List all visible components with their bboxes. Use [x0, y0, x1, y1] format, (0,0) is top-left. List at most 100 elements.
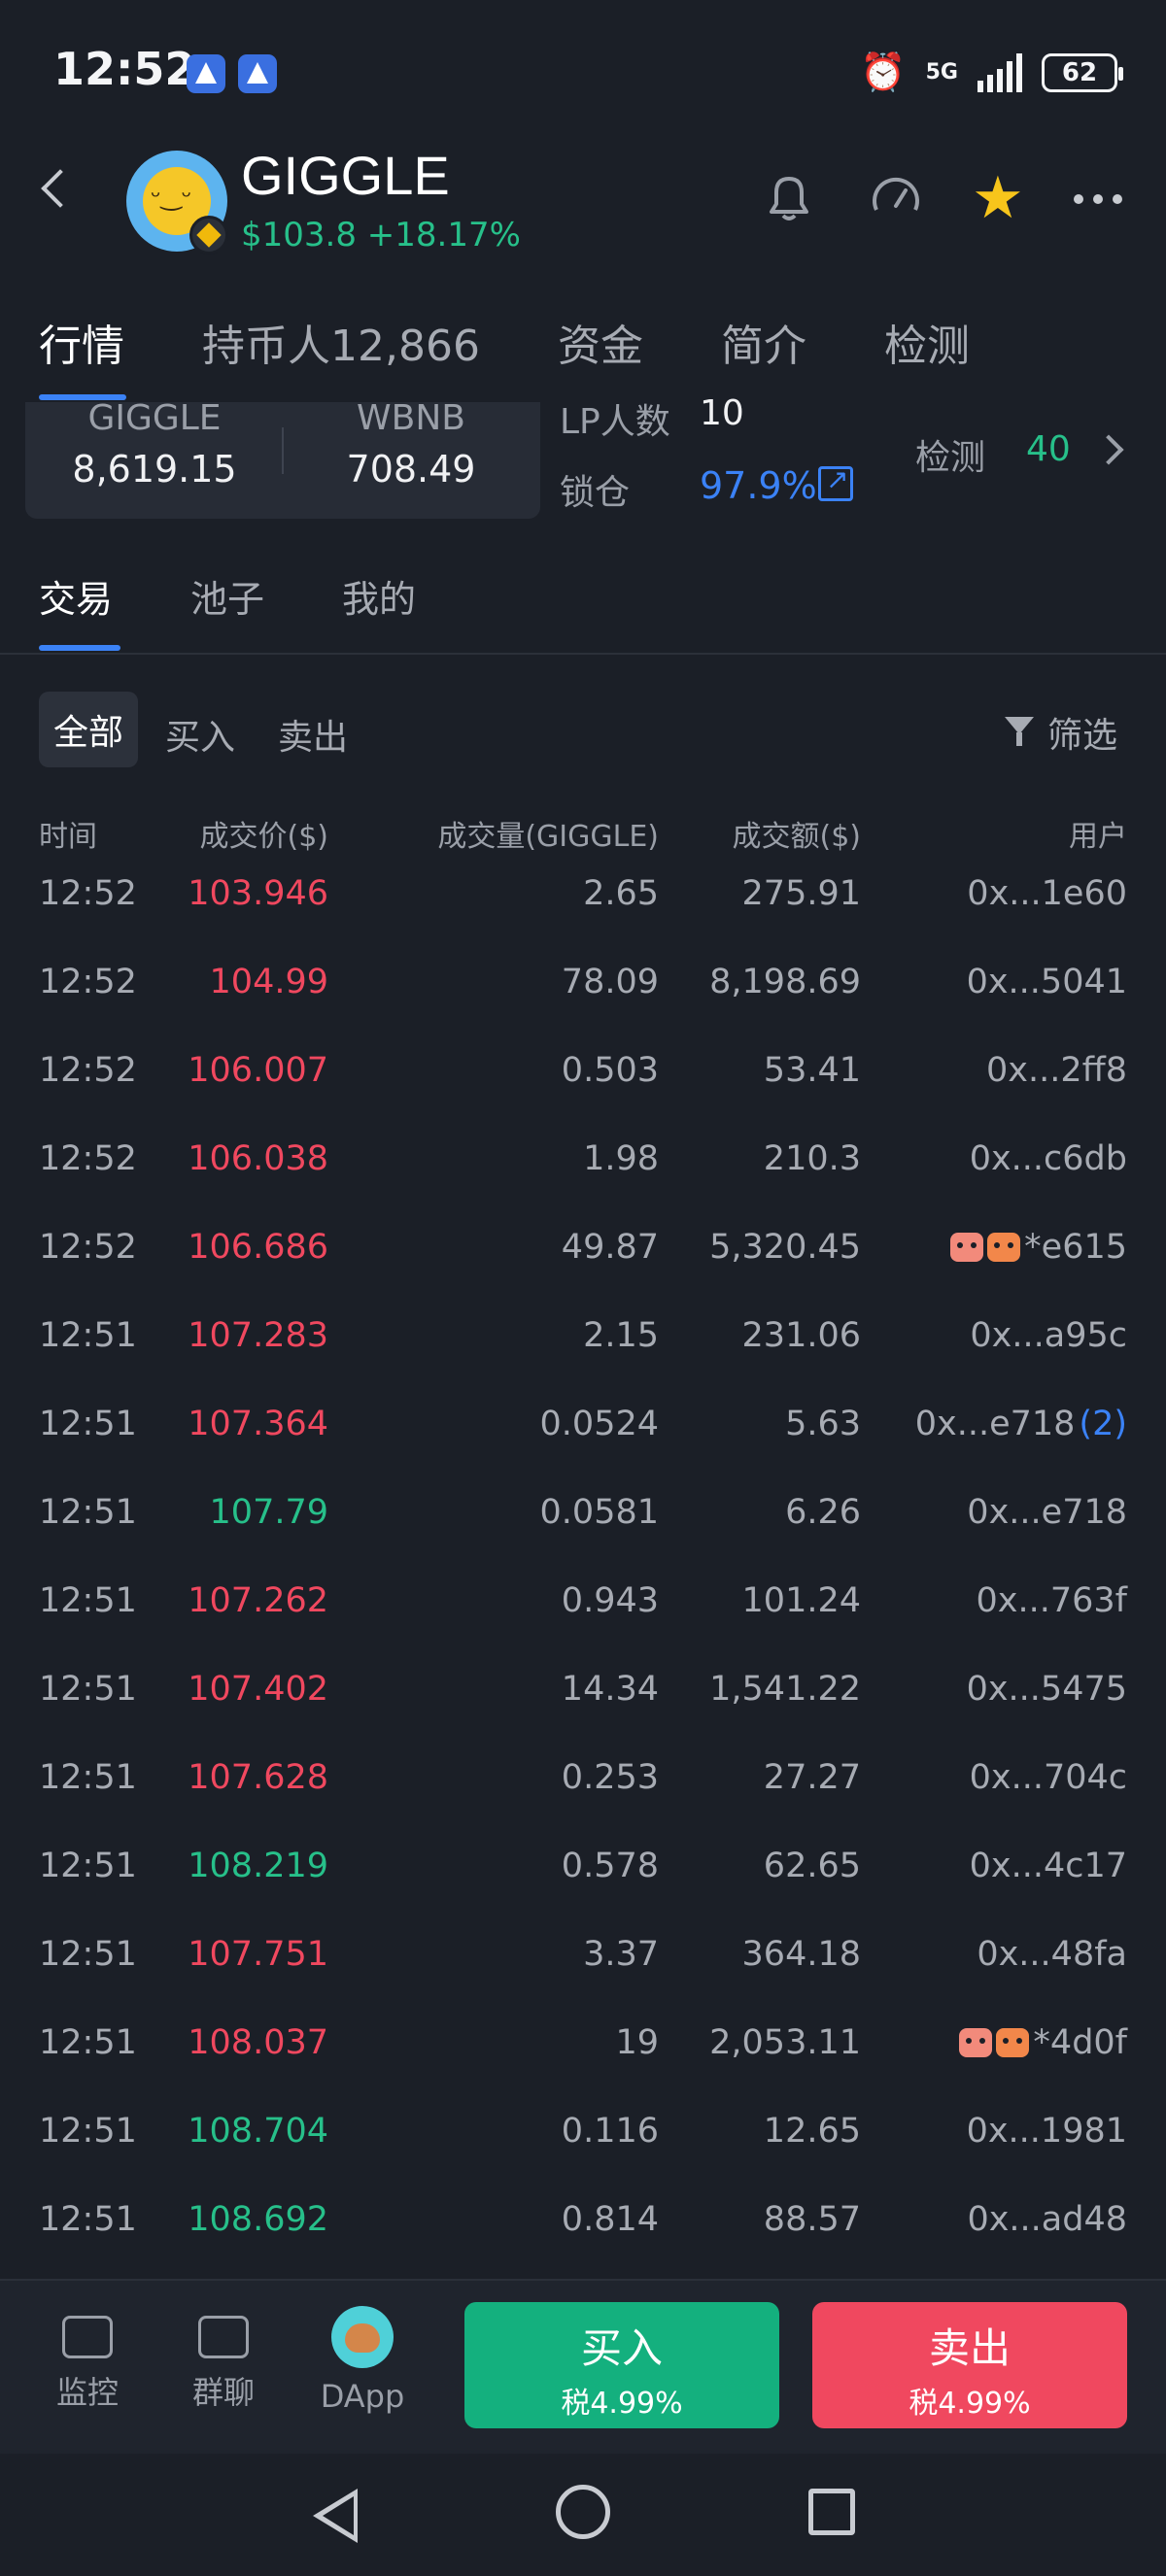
- trade-amount: 0.578: [561, 1847, 659, 1885]
- trade-amount: 1.98: [583, 1139, 659, 1178]
- trade-time: 12:51: [39, 1316, 137, 1355]
- user-address: 0x...e718: [967, 1493, 1127, 1532]
- table-row[interactable]: 12:51 107.628 0.253 27.27 0x...704c: [39, 1739, 1127, 1827]
- tab-pools[interactable]: 池子: [190, 569, 264, 623]
- table-row[interactable]: 12:52 106.686 49.87 5,320.45 *e615: [39, 1208, 1127, 1297]
- table-row[interactable]: 12:51 107.402 14.34 1,541.22 0x...5475: [39, 1650, 1127, 1739]
- user-address: 0x...2ff8: [985, 1051, 1127, 1090]
- user-address: 0x...4c17: [969, 1847, 1127, 1885]
- trade-amount: 2.15: [583, 1316, 659, 1355]
- filter-button[interactable]: 筛选: [1005, 707, 1117, 758]
- trade-time: 12:51: [39, 1758, 137, 1797]
- trade-user[interactable]: 0x...2ff8: [986, 1051, 1127, 1090]
- trade-user[interactable]: *4d0f: [959, 2023, 1127, 2062]
- trade-time: 12:51: [39, 1581, 137, 1620]
- token-price-change: $103.8 +18.17%: [241, 216, 521, 254]
- lp-holders-value: 10: [700, 393, 744, 433]
- trade-value: 8,198.69: [709, 963, 861, 1001]
- user-address: 0x...1e60: [967, 874, 1127, 913]
- trade-value: 12.65: [763, 2112, 861, 2151]
- trade-price: 108.037: [188, 2023, 328, 2062]
- table-row[interactable]: 12:52 106.038 1.98 210.3 0x...c6db: [39, 1120, 1127, 1208]
- dapp-nav-button[interactable]: DApp: [304, 2306, 421, 2415]
- tab-intro[interactable]: 简介: [721, 311, 806, 373]
- table-row[interactable]: 12:51 107.751 3.37 364.18 0x...48fa: [39, 1915, 1127, 2004]
- trade-user[interactable]: 0x...1e60: [967, 874, 1127, 913]
- user-address: 0x...5041: [966, 963, 1127, 1001]
- trade-amount: 0.814: [561, 2200, 659, 2239]
- back-icon[interactable]: [41, 169, 80, 208]
- trade-value: 27.27: [763, 1758, 861, 1797]
- trade-user[interactable]: 0x...5041: [967, 963, 1127, 1001]
- trade-price: 108.692: [188, 2200, 328, 2239]
- table-row[interactable]: 12:51 108.704 0.116 12.65 0x...1981: [39, 2092, 1127, 2181]
- trade-user[interactable]: 0x...48fa: [977, 1935, 1127, 1974]
- trade-user[interactable]: 0x...ad48: [967, 2200, 1127, 2239]
- tab-funds[interactable]: 资金: [558, 311, 643, 373]
- check-label[interactable]: 检测: [915, 429, 985, 480]
- user-address: *e615: [1024, 1228, 1127, 1267]
- trade-count: (2): [1079, 1405, 1127, 1443]
- tab-mine[interactable]: 我的: [342, 569, 416, 623]
- trade-user[interactable]: 0x...5475: [967, 1670, 1127, 1709]
- table-row[interactable]: 12:51 108.692 0.814 88.57 0x...ad48: [39, 2181, 1127, 2269]
- col-price: 成交价($): [199, 820, 329, 854]
- star-icon[interactable]: ★: [972, 167, 1034, 229]
- bell-icon[interactable]: [758, 167, 820, 229]
- bot-icon: [950, 1233, 984, 1262]
- trade-user[interactable]: 0x...e718: [967, 1493, 1127, 1532]
- tab-check[interactable]: 检测: [884, 311, 970, 373]
- trade-price: 108.704: [188, 2112, 328, 2151]
- more-icon[interactable]: [1074, 194, 1122, 204]
- nav-recents-icon[interactable]: [808, 2489, 855, 2535]
- monitor-nav-button[interactable]: 监控: [29, 2316, 146, 2413]
- trade-user[interactable]: 0x...1981: [967, 2112, 1127, 2151]
- trade-amount: 14.34: [561, 1670, 659, 1709]
- trade-price: 108.219: [188, 1847, 328, 1885]
- table-row[interactable]: 12:51 108.037 19 2,053.11 *4d0f: [39, 2004, 1127, 2092]
- table-row[interactable]: 12:51 107.262 0.943 101.24 0x...763f: [39, 1562, 1127, 1650]
- filter-sell-button[interactable]: 卖出: [278, 709, 348, 760]
- table-row[interactable]: 12:52 104.99 78.09 8,198.69 0x...5041: [39, 943, 1127, 1032]
- trade-user[interactable]: 0x...e718 (2): [915, 1405, 1127, 1443]
- trade-user[interactable]: 0x...704c: [970, 1758, 1127, 1797]
- sell-button[interactable]: 卖出 税4.99%: [812, 2302, 1127, 2428]
- tab-market[interactable]: 行情: [39, 311, 124, 373]
- trade-user[interactable]: 0x...763f: [977, 1581, 1127, 1620]
- battery-level: 62: [1061, 57, 1098, 87]
- gauge-icon[interactable]: [865, 167, 927, 229]
- trade-value: 5.63: [785, 1405, 861, 1443]
- trade-value: 364.18: [741, 1935, 861, 1974]
- trade-time: 12:52: [39, 1051, 137, 1090]
- group-chat-nav-button[interactable]: 群聊: [165, 2316, 282, 2413]
- tab-holders[interactable]: 持币人12,866: [202, 311, 480, 373]
- table-row[interactable]: 12:51 107.364 0.0524 5.63 0x...e718 (2): [39, 1385, 1127, 1474]
- table-row[interactable]: 12:51 108.219 0.578 62.65 0x...4c17: [39, 1827, 1127, 1915]
- trade-time: 12:51: [39, 1670, 137, 1709]
- dapp-label: DApp: [320, 2378, 405, 2415]
- external-link-icon[interactable]: [818, 463, 853, 501]
- trade-price: 107.283: [188, 1316, 328, 1355]
- filter-buy-button[interactable]: 买入: [165, 709, 235, 760]
- sub-tabs: 交易 池子 我的: [39, 569, 494, 623]
- trade-user[interactable]: 0x...c6db: [970, 1139, 1127, 1178]
- trade-value: 1,541.22: [709, 1670, 861, 1709]
- nav-back-icon[interactable]: [313, 2489, 358, 2543]
- col-user: 用户: [1069, 820, 1127, 854]
- trade-user[interactable]: 0x...4c17: [970, 1847, 1127, 1885]
- buy-button[interactable]: 买入 税4.99%: [464, 2302, 779, 2428]
- table-row[interactable]: 12:52 106.007 0.503 53.41 0x...2ff8: [39, 1032, 1127, 1120]
- table-row[interactable]: 12:51 107.79 0.0581 6.26 0x...e718: [39, 1474, 1127, 1562]
- nav-home-icon[interactable]: [556, 2485, 610, 2539]
- trade-amount: 0.0581: [539, 1493, 659, 1532]
- trade-user[interactable]: 0x...a95c: [970, 1316, 1127, 1355]
- check-score[interactable]: 40: [1026, 429, 1071, 469]
- lock-value[interactable]: 97.9%: [700, 464, 817, 507]
- table-row[interactable]: 12:51 107.283 2.15 231.06 0x...a95c: [39, 1297, 1127, 1385]
- tab-trades[interactable]: 交易: [39, 569, 113, 623]
- trade-user[interactable]: *e615: [950, 1228, 1127, 1267]
- table-row[interactable]: 12:52 103.946 2.65 275.91 0x...1e60: [39, 855, 1127, 943]
- filter-all-button[interactable]: 全部: [39, 692, 138, 767]
- chevron-right-icon[interactable]: [1093, 434, 1124, 465]
- trade-amount: 49.87: [561, 1228, 659, 1267]
